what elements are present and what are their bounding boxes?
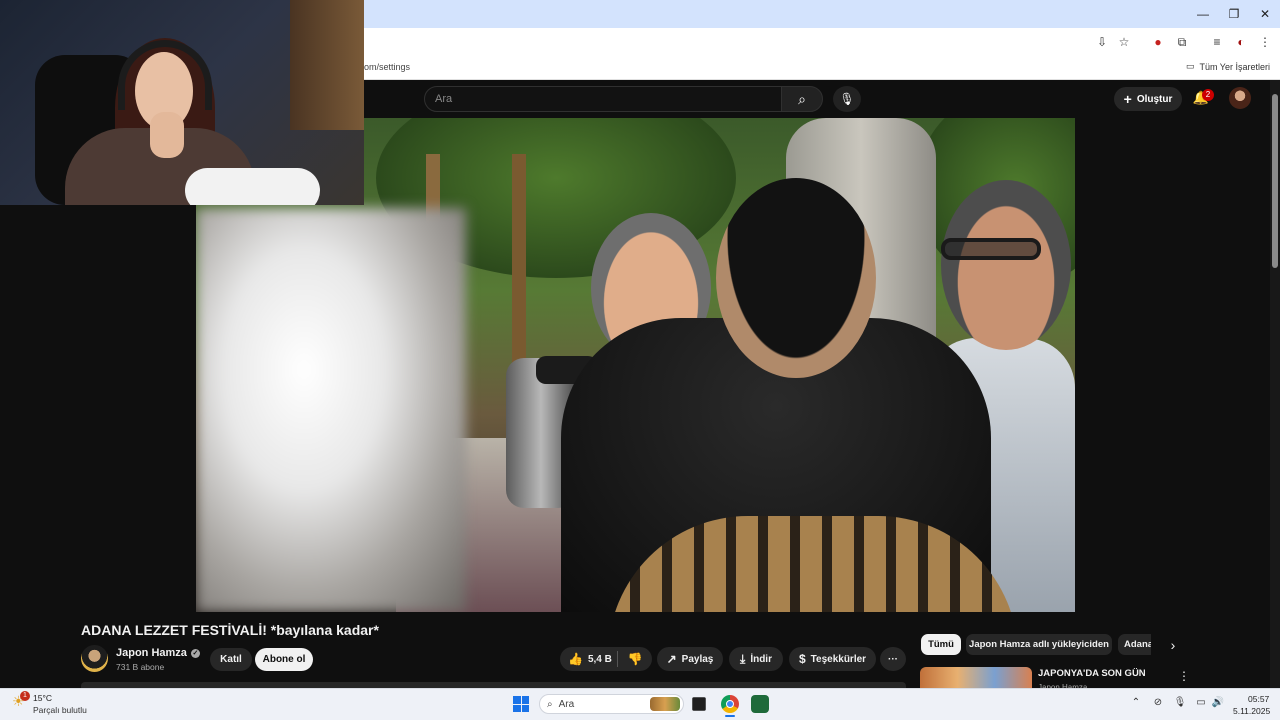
chip-adana[interactable]: Adana <box>1118 634 1151 655</box>
speaker-icon[interactable]: 🔊 <box>1210 697 1226 711</box>
channel-name[interactable]: Japon Hamza ✓ <box>116 647 200 659</box>
browser-titlebar <box>364 0 1280 28</box>
download-icon: ⤓ <box>740 651 746 666</box>
scrollbar-thumb[interactable] <box>1272 94 1278 268</box>
active-app-indicator <box>725 715 735 717</box>
search-input[interactable]: Ara <box>424 86 782 112</box>
star-icon[interactable]: ☆ <box>1115 34 1133 50</box>
recommendation-menu-icon[interactable]: ⋮ <box>1178 669 1190 685</box>
more-actions-button[interactable]: ··· <box>880 647 906 671</box>
folder-icon: ▭ <box>1185 61 1195 71</box>
file-explorer-icon[interactable] <box>692 697 706 711</box>
create-label: Oluştur <box>1136 93 1173 105</box>
close-window-button[interactable]: ✕ <box>1249 4 1280 24</box>
recommendation-thumbnail[interactable] <box>920 667 1032 688</box>
thanks-label: Teşekkürler <box>810 653 867 665</box>
search-icon: ⌕ <box>798 91 806 107</box>
mic-icon[interactable]: 🎙 <box>1172 697 1188 711</box>
menu-icon[interactable]: ⋮ <box>1256 34 1274 50</box>
restore-button[interactable]: ❐ <box>1218 4 1250 24</box>
clock-date[interactable]: 5.11.2025 <box>1233 706 1270 716</box>
weather-description[interactable]: Parçalı bulutlu <box>33 705 87 715</box>
chevron-up-icon[interactable]: ⌃ <box>1128 697 1144 711</box>
search-icon: ⌕ <box>547 698 553 710</box>
like-count[interactable]: 5,4 B <box>588 654 612 665</box>
puzzle-icon[interactable]: ⧉ <box>1173 34 1191 50</box>
verified-icon: ✓ <box>190 648 200 658</box>
thumbs-up-icon[interactable]: 👍 <box>568 652 583 666</box>
thanks-button[interactable]: $ Teşekkürler <box>789 647 876 671</box>
app-icon[interactable] <box>751 695 769 713</box>
profile-icon[interactable]: ◐ <box>1232 34 1250 50</box>
chevron-right-icon[interactable]: › <box>1163 635 1183 655</box>
search-highlight-image <box>650 697 680 711</box>
network-off-icon[interactable]: ⊘ <box>1150 697 1166 711</box>
create-button[interactable]: + Oluştur <box>1114 87 1182 111</box>
subscriber-count: 731 B abone <box>116 662 165 672</box>
channel-avatar[interactable] <box>81 645 108 672</box>
clock-time[interactable]: 05:57 <box>1248 694 1269 704</box>
minimize-button[interactable]: — <box>1187 4 1219 24</box>
download-button[interactable]: ⤓ İndir <box>729 647 783 671</box>
media-icon[interactable]: ≡ <box>1208 34 1226 50</box>
join-button[interactable]: Katıl <box>210 648 252 671</box>
webcam-overlay <box>0 0 364 205</box>
account-avatar[interactable] <box>1229 87 1251 109</box>
taskbar-search[interactable]: ⌕ Ara <box>539 694 684 714</box>
install-icon[interactable]: ⇩ <box>1093 34 1111 50</box>
download-label: İndir <box>750 653 772 665</box>
mic-icon: 🎙 <box>839 92 855 106</box>
browser-toolbar <box>364 28 1280 56</box>
display-icon[interactable]: ▭ <box>1193 697 1209 711</box>
share-icon: ↗ <box>666 652 677 666</box>
weather-badge: 1 <box>20 691 30 701</box>
plus-icon: + <box>1123 91 1132 107</box>
chrome-icon-center <box>726 700 734 708</box>
chip-from-uploader[interactable]: Japon Hamza adlı yükleyiciden <box>966 634 1112 655</box>
voice-search-button[interactable]: 🎙 <box>833 86 861 112</box>
weather-temperature[interactable]: 15°C <box>33 693 52 703</box>
bookmark-bar: om/settings ▭ Tüm Yer İşaretleri <box>364 56 1280 80</box>
search-button[interactable]: ⌕ <box>781 86 823 112</box>
windows-start-icon[interactable] <box>513 696 529 712</box>
channel-name-text[interactable]: Japon Hamza <box>116 647 187 659</box>
taskbar-search-label: Ara <box>558 698 575 710</box>
url-text[interactable]: om/settings <box>364 62 410 72</box>
extension-badge-icon[interactable]: ● <box>1149 34 1167 50</box>
all-bookmarks-button[interactable]: ▭ Tüm Yer İşaretleri <box>1186 61 1270 72</box>
recommendation-title[interactable]: JAPONYA'DA SON GÜN <box>1038 668 1146 679</box>
dislike-button[interactable]: 👎 <box>622 647 648 671</box>
thumbs-down-icon: 👎 <box>627 652 643 666</box>
share-button[interactable]: ↗ Paylaş <box>657 647 723 671</box>
chip-all[interactable]: Tümü <box>921 634 961 655</box>
notification-badge: 2 <box>1202 89 1214 101</box>
like-divider <box>617 651 618 667</box>
subscribe-button[interactable]: Abone ol <box>255 648 313 671</box>
thanks-icon: $ <box>798 652 806 666</box>
share-label: Paylaş <box>681 653 714 665</box>
bookmarks-label: Tüm Yer İşaretleri <box>1199 61 1270 72</box>
video-title: ADANA LEZZET FESTİVALİ! *bayılana kadar* <box>81 622 379 638</box>
